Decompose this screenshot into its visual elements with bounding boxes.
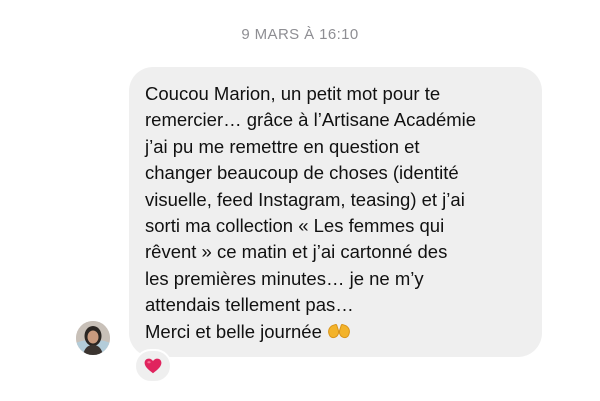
message-bubble[interactable]: Coucou Marion, un petit mot pour te reme… xyxy=(129,67,542,357)
avatar[interactable] xyxy=(76,321,110,355)
avatar-image xyxy=(76,321,110,355)
reaction-badge[interactable] xyxy=(134,349,172,383)
heart-hands-icon xyxy=(326,323,352,340)
message-line: rêvent » ce matin et j’ai cartonné des xyxy=(145,241,448,263)
message-line: visuelle, feed Instagram, teasing) et j’… xyxy=(145,188,465,210)
message-line: les premières minutes… je ne m’y xyxy=(145,267,424,289)
message-last-line: Merci et belle journée xyxy=(145,319,526,345)
message-line: changer beaucoup de choses (identité xyxy=(145,162,459,184)
message-line: Coucou Marion, un petit mot pour te xyxy=(145,83,441,104)
message-line: sorti ma collection « Les femmes qui xyxy=(145,215,445,237)
heart-icon xyxy=(144,358,162,374)
message-timestamp: 9 MARS À 16:10 xyxy=(241,26,359,43)
message-line: remercier… grâce à l’Artisane Académie xyxy=(145,109,477,131)
message-line: Merci et belle journée xyxy=(145,320,322,342)
message-line: j’ai pu me remettre en question et xyxy=(145,135,420,157)
message-line: attendais tellement pas… xyxy=(145,294,354,316)
